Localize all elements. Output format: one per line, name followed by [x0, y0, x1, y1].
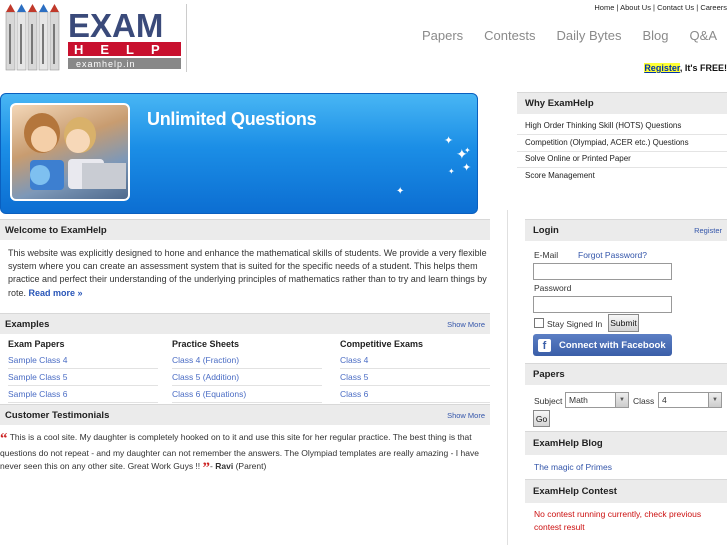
nav-daily-bytes[interactable]: Daily Bytes: [556, 28, 621, 43]
testimonials-show-more[interactable]: Show More: [447, 411, 485, 420]
col-heading: Practice Sheets: [172, 339, 240, 349]
class-label: Class: [633, 396, 655, 406]
sparkle-icon: ✦: [444, 135, 454, 147]
testimonials-title: Customer Testimonials: [5, 409, 110, 421]
testimonial-role: (Parent): [235, 461, 267, 471]
testimonial: “ This is a cool site. My daughter is co…: [0, 431, 479, 476]
examples-title: Examples: [5, 318, 50, 330]
login-register-link[interactable]: Register: [694, 226, 722, 235]
go-button[interactable]: Go: [533, 410, 550, 427]
list-item[interactable]: Class 4 (Fraction): [172, 352, 322, 369]
sparkle-icon: ✦: [464, 146, 471, 155]
toplink-about[interactable]: About Us: [620, 3, 651, 12]
col-heading: Competitive Exams: [340, 339, 424, 349]
toplink-home[interactable]: Home: [594, 3, 614, 12]
register-link[interactable]: Register: [644, 63, 680, 73]
email-label: E-Mail: [534, 250, 559, 260]
nav-blog[interactable]: Blog: [643, 28, 669, 43]
sparkle-icon: ✦: [396, 186, 405, 197]
chevron-down-icon: ▼: [708, 393, 721, 407]
nav-contests[interactable]: Contests: [484, 28, 535, 43]
toplink-contact[interactable]: Contact Us: [657, 3, 694, 12]
column-divider: [507, 210, 508, 545]
subject-value: Math: [569, 395, 588, 405]
submit-button[interactable]: Submit: [608, 314, 639, 332]
class-value: 4: [662, 395, 667, 405]
password-field[interactable]: [533, 296, 672, 313]
subject-select[interactable]: Math ▼: [565, 392, 629, 408]
col-heading: Exam Papers: [8, 339, 65, 349]
main-nav: Papers Contests Daily Bytes Blog Q&A: [422, 28, 717, 43]
blog-post-link[interactable]: The magic of Primes: [534, 462, 612, 472]
papers-header: Papers: [525, 363, 727, 385]
svg-text:EXAM: EXAM: [68, 7, 163, 44]
list-item[interactable]: Class 6 (Equations): [172, 386, 322, 403]
examhelp-logo[interactable]: EXAM HELP examhelp.in: [4, 4, 186, 74]
list-item[interactable]: Sample Class 4: [8, 352, 158, 369]
list-item[interactable]: Class 5 (Addition): [172, 369, 322, 386]
nav-papers[interactable]: Papers: [422, 28, 463, 43]
read-more-link[interactable]: Read more »: [29, 288, 83, 298]
why-item: Competition (Olympiad, ACER etc.) Questi…: [517, 135, 727, 152]
welcome-text: This website was explicitly designed to …: [8, 247, 490, 300]
list-item[interactable]: Sample Class 5: [8, 369, 158, 386]
list-item[interactable]: Class 4: [340, 352, 490, 369]
header-divider: [186, 4, 187, 72]
banner-photo: [10, 103, 130, 201]
contest-title: ExamHelp Contest: [533, 486, 617, 497]
list-item[interactable]: Sample Class 6: [8, 386, 158, 403]
why-item: Score Management: [525, 171, 595, 180]
banner-title: Unlimited Questions: [147, 109, 317, 129]
why-header: Why ExamHelp: [517, 92, 727, 114]
why-item: High Order Thinking Skill (HOTS) Questio…: [517, 118, 727, 135]
sparkle-icon: ✦: [448, 167, 455, 176]
nav-qa[interactable]: Q&A: [690, 28, 717, 43]
class-select[interactable]: 4 ▼: [658, 392, 722, 408]
svg-text:examhelp.in: examhelp.in: [76, 59, 136, 69]
blog-header: ExamHelp Blog: [525, 431, 727, 455]
pencils-icon: [5, 4, 60, 71]
stay-signed-in-label: Stay Signed In: [547, 319, 603, 329]
welcome-title: Welcome to ExamHelp: [5, 224, 107, 236]
top-links: Home | About Us | Contact Us | Careers: [594, 3, 727, 12]
forgot-password-link[interactable]: Forgot Password?: [578, 250, 647, 260]
sparkle-icon: ✦: [462, 162, 472, 174]
list-item[interactable]: Class 5: [340, 369, 490, 386]
examples-col-competitive-exams: Competitive Exams Class 4 Class 5 Class …: [340, 339, 490, 403]
facebook-icon: f: [538, 338, 551, 352]
connect-facebook-button[interactable]: f Connect with Facebook: [533, 334, 672, 356]
blog-title: ExamHelp Blog: [533, 438, 603, 449]
list-item[interactable]: Class 6: [340, 386, 490, 403]
email-field[interactable]: [533, 263, 672, 280]
chevron-down-icon: ▼: [615, 393, 628, 407]
why-item: Solve Online or Printed Paper: [517, 151, 727, 168]
examples-show-more[interactable]: Show More: [447, 320, 485, 329]
testimonials-header: Customer Testimonials Show More: [0, 404, 490, 425]
close-quote-icon: ”: [202, 460, 211, 476]
toplink-careers[interactable]: Careers: [700, 3, 727, 12]
login-header: Login Register: [525, 219, 727, 241]
welcome-header: Welcome to ExamHelp: [0, 219, 490, 240]
register-promo: Register, It's FREE!: [644, 63, 727, 73]
facebook-label: Connect with Facebook: [559, 339, 666, 351]
why-title: Why ExamHelp: [525, 98, 594, 109]
examples-header: Examples Show More: [0, 313, 490, 334]
subject-label: Subject: [534, 396, 563, 406]
svg-text:HELP: HELP: [74, 42, 177, 57]
register-promo-text: , It's FREE!: [679, 63, 727, 73]
hero-banner[interactable]: Unlimited Questions ✦ ✦ ✦ ✦ ✦ ✦: [0, 93, 478, 214]
open-quote-icon: “: [0, 431, 8, 447]
password-label: Password: [534, 283, 572, 293]
contest-message: No contest running currently, check prev…: [534, 509, 702, 532]
examples-col-exam-papers: Exam Papers Sample Class 4 Sample Class …: [8, 339, 158, 403]
testimonial-author: Ravi: [215, 461, 234, 471]
login-title: Login: [533, 225, 559, 236]
students-laptop-image: [24, 113, 126, 190]
papers-title: Papers: [533, 369, 565, 380]
contest-header: ExamHelp Contest: [525, 479, 727, 503]
stay-signed-in-checkbox[interactable]: [534, 318, 544, 328]
examples-col-practice-sheets: Practice Sheets Class 4 (Fraction) Class…: [172, 339, 322, 403]
